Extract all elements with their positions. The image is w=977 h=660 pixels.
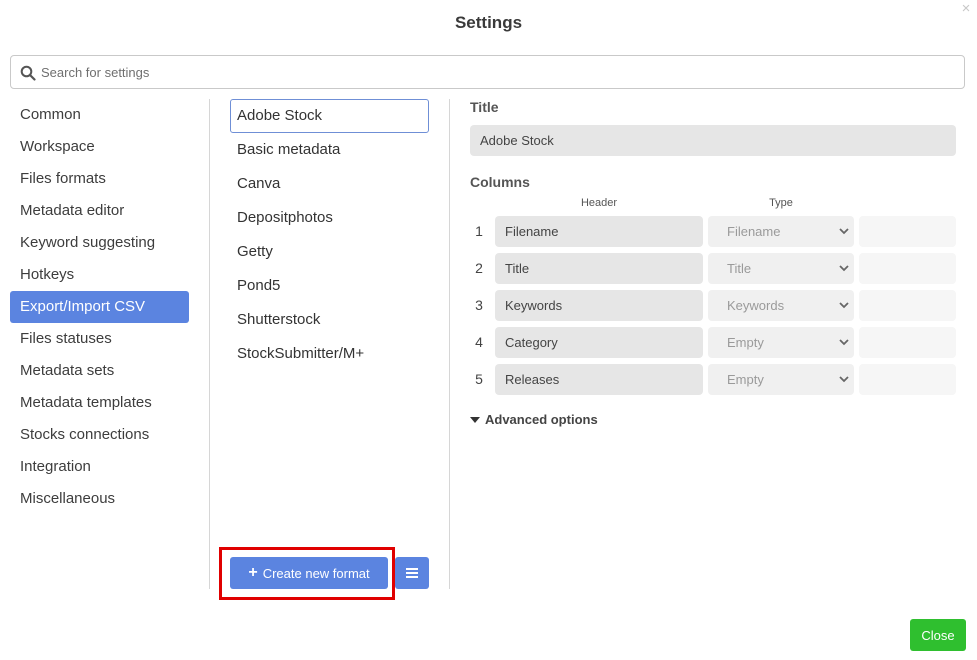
create-new-format-label: Create new format <box>262 565 370 581</box>
nav-item-integration[interactable]: Integration <box>10 451 189 483</box>
create-new-format-button[interactable]: + Create new format <box>230 557 388 589</box>
chevron-down-icon <box>839 302 849 309</box>
format-item-pond5[interactable]: Pond5 <box>230 269 429 303</box>
title-field[interactable]: Adobe Stock <box>470 125 956 156</box>
plus-icon: + <box>248 564 258 581</box>
header-column-label: Header <box>580 197 618 209</box>
chevron-down-icon <box>839 339 849 346</box>
nav-item-keyword-suggesting[interactable]: Keyword suggesting <box>10 227 189 259</box>
type-select-value: Filename <box>727 224 781 239</box>
close-icon[interactable]: × <box>959 1 973 16</box>
type-select[interactable]: Empty <box>708 364 854 395</box>
nav-item-files-statuses[interactable]: Files statuses <box>10 323 189 355</box>
header-input[interactable]: Title <box>495 253 703 284</box>
nav-item-hotkeys[interactable]: Hotkeys <box>10 259 189 291</box>
chevron-down-icon <box>839 265 849 272</box>
column-row: 2 Title Title <box>470 253 956 284</box>
extra-cell <box>859 253 956 284</box>
row-number: 5 <box>475 371 483 387</box>
type-column-label: Type <box>769 197 793 209</box>
extra-cell <box>859 364 956 395</box>
nav-item-export-import-csv[interactable]: Export/Import CSV <box>10 291 189 323</box>
type-select-value: Empty <box>727 372 764 387</box>
chevron-down-icon <box>839 376 849 383</box>
caret-down-icon <box>470 416 480 423</box>
divider <box>209 99 210 589</box>
search-box <box>10 55 965 89</box>
chevron-down-icon <box>839 228 849 235</box>
nav-item-metadata-editor[interactable]: Metadata editor <box>10 195 189 227</box>
nav-item-files-formats[interactable]: Files formats <box>10 163 189 195</box>
extra-cell <box>859 216 956 247</box>
type-select[interactable]: Keywords <box>708 290 854 321</box>
column-row: 5 Releases Empty <box>470 364 956 395</box>
type-select-value: Keywords <box>727 298 785 313</box>
nav-item-stocks-connections[interactable]: Stocks connections <box>10 419 189 451</box>
format-item-adobe-stock[interactable]: Adobe Stock <box>230 99 429 133</box>
search-input[interactable] <box>41 57 951 87</box>
row-number: 4 <box>475 334 483 350</box>
type-select[interactable]: Filename <box>708 216 854 247</box>
nav-item-workspace[interactable]: Workspace <box>10 131 189 163</box>
header-input[interactable]: Filename <box>495 216 703 247</box>
column-row: 1 Filename Filename <box>470 216 956 247</box>
settings-nav: Common Workspace Files formats Metadata … <box>10 99 189 515</box>
divider <box>449 99 450 589</box>
format-item-canva[interactable]: Canva <box>230 167 429 201</box>
nav-item-metadata-sets[interactable]: Metadata sets <box>10 355 189 387</box>
header-input[interactable]: Keywords <box>495 290 703 321</box>
format-item-shutterstock[interactable]: Shutterstock <box>230 303 429 337</box>
extra-cell <box>859 327 956 358</box>
row-number: 2 <box>475 260 483 276</box>
header-input[interactable]: Category <box>495 327 703 358</box>
column-row: 3 Keywords Keywords <box>470 290 956 321</box>
extra-cell <box>859 290 956 321</box>
nav-item-miscellaneous[interactable]: Miscellaneous <box>10 483 189 515</box>
advanced-options-toggle[interactable]: Advanced options <box>470 412 598 427</box>
format-list: Adobe Stock Basic metadata Canva Deposit… <box>230 99 429 371</box>
row-number: 1 <box>475 223 483 239</box>
format-item-basic-metadata[interactable]: Basic metadata <box>230 133 429 167</box>
title-label: Title <box>470 99 499 115</box>
format-item-stocksubmitter[interactable]: StockSubmitter/M+ <box>230 337 429 371</box>
header-input[interactable]: Releases <box>495 364 703 395</box>
type-select[interactable]: Empty <box>708 327 854 358</box>
close-button[interactable]: Close <box>910 619 966 651</box>
advanced-options-label: Advanced options <box>485 412 598 427</box>
columns-label: Columns <box>470 174 530 190</box>
row-number: 3 <box>475 297 483 313</box>
format-item-depositphotos[interactable]: Depositphotos <box>230 201 429 235</box>
format-item-getty[interactable]: Getty <box>230 235 429 269</box>
format-detail-panel: Title Adobe Stock Columns Header Type 1 … <box>470 99 956 427</box>
dialog-title: Settings <box>454 13 523 32</box>
nav-item-metadata-templates[interactable]: Metadata templates <box>10 387 189 419</box>
type-select[interactable]: Title <box>708 253 854 284</box>
format-menu-button[interactable] <box>395 557 429 589</box>
type-select-value: Empty <box>727 335 764 350</box>
search-icon <box>20 65 36 81</box>
type-select-value: Title <box>727 261 752 276</box>
nav-item-common[interactable]: Common <box>10 99 189 131</box>
column-row: 4 Category Empty <box>470 327 956 358</box>
